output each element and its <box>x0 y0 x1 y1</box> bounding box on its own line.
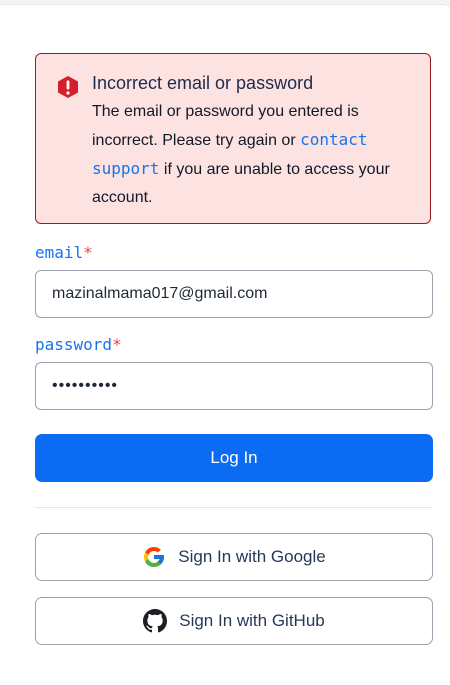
github-signin-button[interactable]: Sign In with GitHub <box>35 597 433 645</box>
github-signin-label: Sign In with GitHub <box>179 611 325 630</box>
password-field[interactable] <box>35 362 433 410</box>
google-icon <box>142 545 166 569</box>
alert-icon <box>57 75 79 99</box>
email-label: email* <box>35 243 93 262</box>
password-label-text: password <box>35 335 113 354</box>
password-label: password* <box>35 335 122 354</box>
github-icon <box>143 609 168 633</box>
alert-title: Incorrect email or password <box>92 73 314 93</box>
alert-message: The email or password you entered is inc… <box>92 98 412 212</box>
login-button[interactable]: Log In <box>35 434 433 482</box>
divider <box>35 507 433 508</box>
email-label-text: email <box>35 243 84 262</box>
error-alert: Incorrect email or password The email or… <box>35 53 431 224</box>
google-signin-button[interactable]: Sign In with Google <box>35 533 433 581</box>
required-marker: * <box>112 335 122 354</box>
email-field[interactable] <box>35 270 433 318</box>
google-signin-label: Sign In with Google <box>178 547 326 566</box>
required-marker: * <box>83 243 93 262</box>
